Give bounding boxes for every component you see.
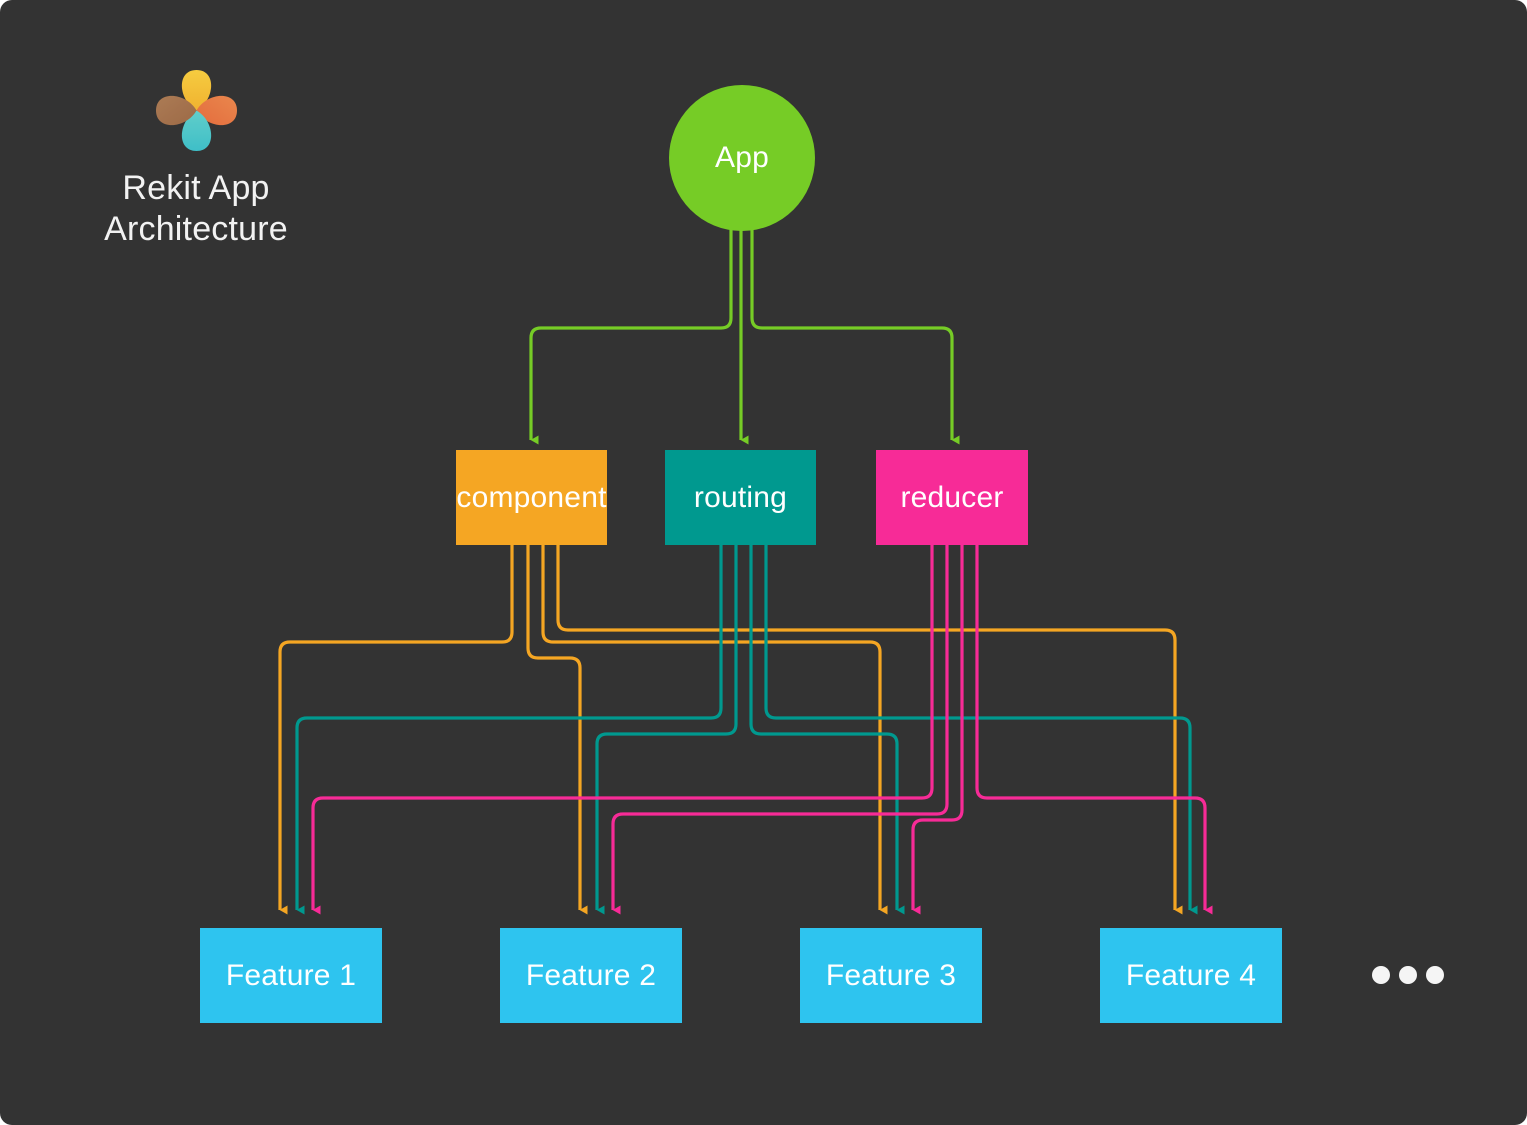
node-feature-4[interactable]: Feature 4 bbox=[1100, 928, 1282, 1023]
node-feature-3[interactable]: Feature 3 bbox=[800, 928, 982, 1023]
node-routing[interactable]: routing bbox=[665, 450, 816, 545]
edges-reducer-to-features bbox=[311, 545, 1213, 915]
node-feature-4-label: Feature 4 bbox=[1125, 958, 1257, 992]
brand-title: Rekit App Architecture bbox=[104, 169, 288, 248]
rekit-flower-logo-icon bbox=[156, 70, 237, 151]
diagram-canvas: Rekit App Architecture App component rou… bbox=[0, 0, 1527, 1125]
node-feature-2-label: Feature 2 bbox=[525, 958, 657, 992]
more-features-ellipsis bbox=[1372, 966, 1452, 986]
node-reducer-label: reducer bbox=[900, 480, 1004, 514]
branding: Rekit App Architecture bbox=[96, 58, 296, 248]
node-feature-3-label: Feature 3 bbox=[825, 958, 957, 992]
node-app[interactable]: App bbox=[669, 85, 815, 231]
ellipsis-dot-1 bbox=[1372, 966, 1390, 984]
node-feature-1-label: Feature 1 bbox=[225, 958, 357, 992]
edges-app-to-layers bbox=[529, 228, 960, 445]
node-component-label: component bbox=[456, 480, 607, 514]
edges-routing-to-features bbox=[295, 545, 1198, 915]
node-routing-label: routing bbox=[693, 480, 788, 514]
node-component[interactable]: component bbox=[456, 450, 607, 545]
edges-component-to-features bbox=[278, 545, 1183, 915]
node-reducer[interactable]: reducer bbox=[876, 450, 1028, 545]
ellipsis-dot-3 bbox=[1426, 966, 1444, 984]
node-app-label: App bbox=[715, 141, 769, 174]
node-feature-1[interactable]: Feature 1 bbox=[200, 928, 382, 1023]
ellipsis-dot-2 bbox=[1399, 966, 1417, 984]
node-feature-2[interactable]: Feature 2 bbox=[500, 928, 682, 1023]
